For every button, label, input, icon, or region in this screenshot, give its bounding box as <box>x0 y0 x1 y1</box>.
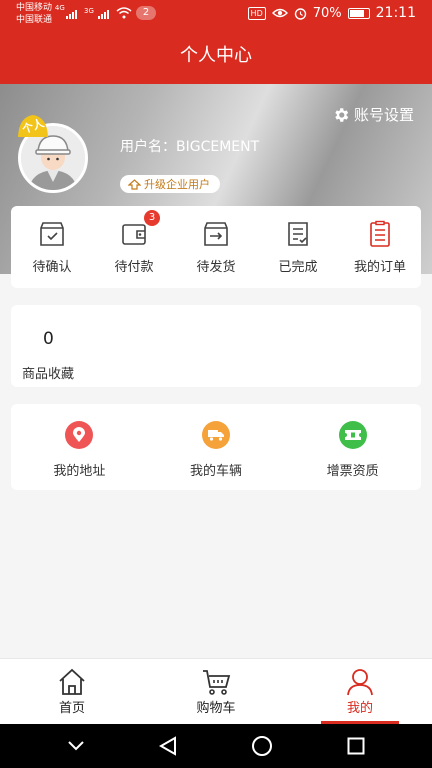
unpaid-count-badge: 3 <box>144 210 160 226</box>
eye-icon <box>271 8 288 18</box>
status-bar: 中国移动 4G 中国联通 3G 2 HD 70% 21:11 <box>0 0 432 30</box>
tab-mine[interactable]: 我的 <box>288 659 432 724</box>
system-nav-bar <box>0 724 432 768</box>
upgrade-enterprise-button[interactable]: 升级企业用户 <box>120 175 220 193</box>
order-pending-confirm[interactable]: 待确认 <box>11 206 93 288</box>
clock: 21:11 <box>375 5 416 21</box>
back-icon[interactable] <box>159 736 177 756</box>
order-label: 待确认 <box>32 260 72 275</box>
service-label: 我的车辆 <box>190 464 243 479</box>
upgrade-icon <box>128 178 141 190</box>
box-check-icon <box>40 222 64 246</box>
order-list-icon <box>370 220 390 247</box>
network-type-1: 4G <box>54 4 65 12</box>
status-right: HD 70% 21:11 <box>247 5 416 21</box>
my-address-button[interactable]: 我的地址 <box>11 404 148 490</box>
signal-indicators: 3G 2 <box>66 6 157 20</box>
order-completed[interactable]: 已完成 <box>257 206 339 288</box>
signal-icon <box>97 9 109 19</box>
service-label: 我的地址 <box>53 464 106 479</box>
carrier-1: 中国移动 <box>16 3 53 13</box>
order-label: 已完成 <box>278 260 318 275</box>
wifi-icon <box>116 7 132 19</box>
carrier-2: 中国联通 <box>16 15 53 25</box>
location-icon <box>65 421 94 449</box>
favorites-count: 0 <box>43 329 54 349</box>
hd-indicator: HD <box>247 6 266 20</box>
page-title: 个人中心 <box>180 45 252 66</box>
service-label: 增票资质 <box>326 464 379 479</box>
upgrade-label: 升级企业用户 <box>144 178 210 191</box>
alarm-icon <box>294 7 306 20</box>
my-vehicles-button[interactable]: 我的车辆 <box>148 404 285 490</box>
truck-icon <box>202 421 230 449</box>
carrier-info: 中国移动 4G 中国联通 <box>16 2 65 26</box>
role-tag: 个人 <box>16 113 50 139</box>
tab-home[interactable]: 首页 <box>0 659 144 724</box>
home-icon <box>59 668 85 695</box>
signal-icon <box>66 9 77 19</box>
tab-label: 购物车 <box>196 701 236 716</box>
my-orders[interactable]: 我的订单 <box>339 206 421 288</box>
order-label: 待发货 <box>196 260 236 275</box>
services-card: 我的地址 我的车辆 增票资质 <box>11 404 421 490</box>
battery-icon <box>347 7 370 19</box>
account-settings-button[interactable]: 账号设置 <box>332 104 414 125</box>
tab-label: 首页 <box>58 701 85 716</box>
wallet-icon <box>122 224 146 245</box>
ticket-icon <box>338 421 367 449</box>
recents-icon[interactable] <box>347 737 365 755</box>
document-check-icon <box>288 222 308 246</box>
order-label: 我的订单 <box>353 260 406 275</box>
network-type-2: 3G <box>84 6 94 15</box>
tab-label: 我的 <box>346 701 373 716</box>
chevron-down-icon[interactable] <box>67 740 85 752</box>
gear-icon <box>335 107 349 122</box>
notification-badge: 2 <box>135 6 157 20</box>
account-settings-label: 账号设置 <box>353 106 414 124</box>
title-bar: 个人中心 <box>0 30 432 84</box>
username: 用户名：BIGCEMENT <box>120 139 260 155</box>
cart-icon <box>203 670 231 695</box>
tab-cart[interactable]: 购物车 <box>144 659 288 724</box>
home-circle-icon[interactable] <box>251 735 273 757</box>
battery-percent: 70% <box>312 5 342 21</box>
order-pending-shipment[interactable]: 待发货 <box>175 206 257 288</box>
order-pending-payment[interactable]: 3 待付款 <box>93 206 175 288</box>
favorites-card[interactable]: 0 商品收藏 <box>11 305 421 387</box>
box-arrow-icon <box>204 222 228 246</box>
bottom-tab-bar: 首页 购物车 我的 <box>0 658 432 724</box>
user-icon <box>347 669 373 696</box>
invoice-qualification-button[interactable]: 增票资质 <box>284 404 421 490</box>
order-label: 待付款 <box>114 260 154 275</box>
favorites-label: 商品收藏 <box>22 367 75 382</box>
orders-card: 待确认 3 待付款 待发货 已完成 我的订单 <box>11 206 421 288</box>
